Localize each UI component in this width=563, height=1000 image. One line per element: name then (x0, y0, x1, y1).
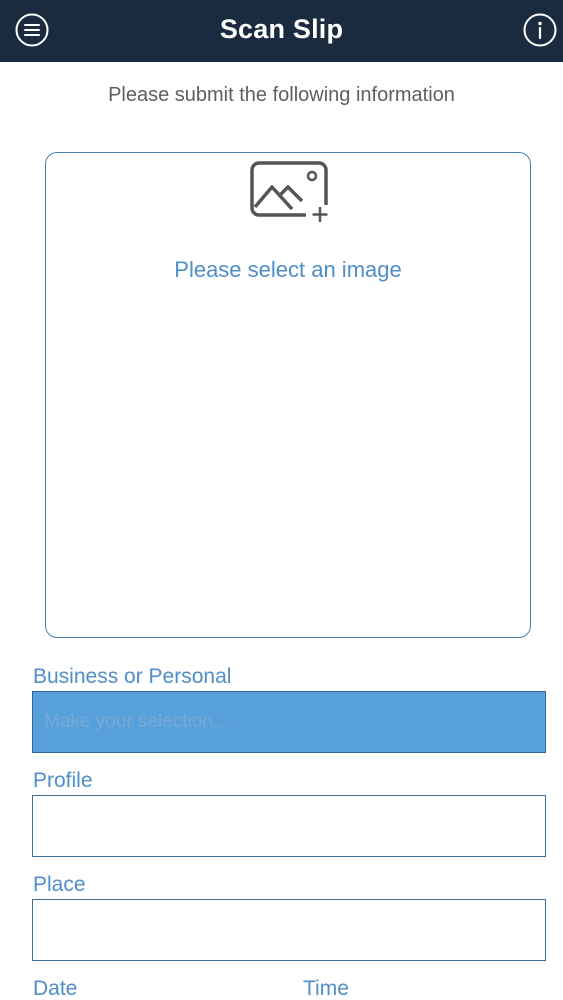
business-or-personal-select[interactable]: Make your selection... (32, 691, 546, 753)
instructions-text: Please submit the following information (108, 84, 455, 106)
place-input[interactable] (32, 899, 546, 961)
selection-placeholder: Make your selection... (44, 711, 229, 732)
add-image-icon (250, 161, 330, 223)
profile-label: Profile (33, 769, 93, 792)
info-button[interactable] (523, 13, 557, 47)
info-icon (523, 13, 557, 47)
profile-input[interactable] (32, 795, 546, 857)
select-image-label: Please select an image (174, 257, 402, 282)
date-label: Date (33, 977, 78, 1000)
business-or-personal-label: Business or Personal (33, 665, 232, 688)
header-bar: Scan Slip (0, 0, 563, 62)
page-title: Scan Slip (219, 14, 344, 44)
scan-slip-screen: Scan Slip Please submit the following in… (0, 0, 563, 1000)
time-label: Time (303, 977, 349, 1000)
place-label: Place (33, 873, 86, 896)
image-picker[interactable]: Please select an image (45, 152, 531, 638)
